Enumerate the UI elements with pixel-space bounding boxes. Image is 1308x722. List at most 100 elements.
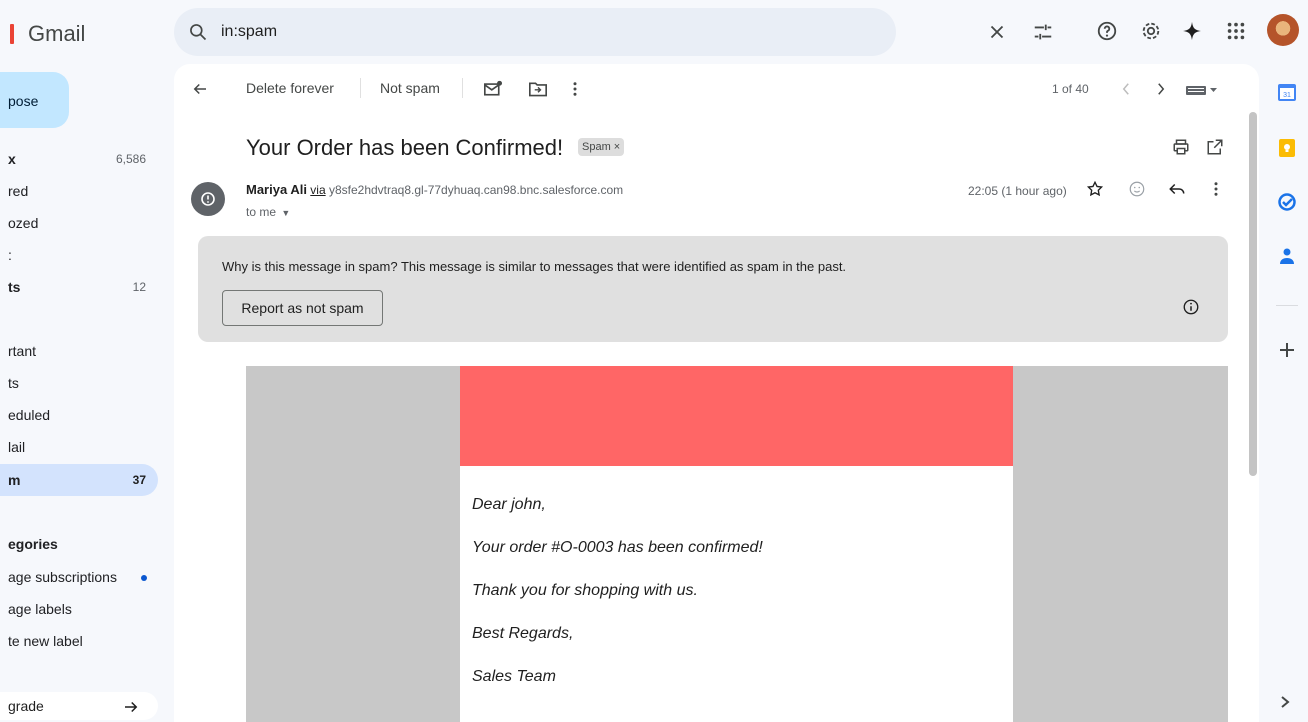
gemini-icon[interactable] — [1181, 20, 1203, 42]
sidebar-item-chats[interactable] — [0, 303, 158, 335]
apps-grid-icon[interactable] — [1225, 20, 1247, 42]
emoji-reaction-icon[interactable] — [1128, 180, 1146, 198]
toolbar-divider — [462, 78, 463, 98]
caret-down-icon: ▼ — [281, 208, 291, 218]
sidebar-item-label: m — [8, 472, 21, 488]
email-content-card: Dear john, Your order #O-0003 has been c… — [460, 366, 1013, 722]
categories-heading[interactable]: egories — [8, 536, 58, 552]
more-options-icon[interactable] — [571, 80, 579, 98]
email-signature: Sales Team — [472, 668, 556, 685]
sidebar-item-important[interactable]: rtant — [0, 335, 158, 367]
toolbar-divider — [360, 78, 361, 98]
settings-icon[interactable] — [1140, 20, 1162, 42]
sidebar-item-count: 6,586 — [115, 152, 146, 166]
spam-warning-banner: Why is this message in spam? This messag… — [198, 236, 1228, 342]
info-icon[interactable] — [1182, 298, 1200, 316]
search-icon[interactable] — [188, 22, 208, 42]
email-thanks-line: Thank you for shopping with us. — [472, 582, 698, 599]
not-spam-button[interactable]: Not spam — [380, 80, 440, 96]
older-chevron-left-icon[interactable] — [1119, 80, 1133, 98]
search-input[interactable]: in:spam — [221, 23, 277, 41]
rail-divider — [1276, 305, 1298, 306]
back-arrow-icon[interactable] — [191, 80, 209, 98]
email-header-banner — [460, 366, 1013, 466]
print-icon[interactable] — [1172, 138, 1190, 156]
spam-explanation-text: This message is similar to messages that… — [397, 259, 847, 274]
email-signoff: Best Regards, — [472, 625, 574, 642]
sender-line: Mariya Ali via y8sfe2hdvtraq8.gl-77dyhua… — [246, 182, 623, 197]
spam-label-chip[interactable]: Spam × — [578, 138, 625, 156]
scrollbar[interactable] — [1246, 112, 1259, 722]
report-not-spam-button[interactable]: Report as not spam — [222, 290, 383, 326]
sidebar-item-label: ts — [8, 375, 19, 391]
sender-via-link[interactable]: via — [310, 183, 325, 197]
sidebar-item-label: eduled — [8, 407, 51, 423]
recipient-label: to me — [246, 205, 277, 219]
newer-chevron-right-icon[interactable] — [1154, 80, 1168, 98]
reply-icon[interactable] — [1168, 180, 1186, 198]
email-subject: Your Order has been Confirmed! — [246, 135, 564, 160]
delete-forever-button[interactable]: Delete forever — [246, 80, 334, 96]
upgrade-button[interactable]: grade — [0, 692, 158, 720]
email-body: Dear john, Your order #O-0003 has been c… — [246, 366, 1228, 722]
pagination-count: 1 of 40 — [1052, 82, 1089, 96]
get-add-ons-plus-icon[interactable] — [1277, 340, 1297, 360]
arrow-right-icon — [125, 701, 138, 713]
contacts-icon[interactable] — [1277, 246, 1297, 266]
tasks-icon[interactable] — [1277, 192, 1297, 212]
sidebar-item-sent[interactable]: : — [0, 239, 158, 271]
search-options-icon[interactable] — [1032, 21, 1054, 43]
sidebar-item-all-mail[interactable]: lail — [0, 431, 158, 463]
move-to-icon[interactable] — [528, 80, 548, 98]
sender-name[interactable]: Mariya Ali — [246, 182, 307, 197]
sidebar-item-label: : — [8, 247, 12, 263]
calendar-icon[interactable]: 31 — [1277, 82, 1297, 102]
keep-icon[interactable] — [1277, 138, 1297, 158]
sidebar-item-spam[interactable]: m 37 — [0, 464, 158, 496]
upgrade-label: grade — [8, 698, 44, 714]
email-greeting: Dear john, — [472, 496, 546, 513]
open-in-new-window-icon[interactable] — [1206, 138, 1224, 156]
sidebar-item-label: ozed — [8, 215, 39, 231]
sidebar-item-contacts[interactable]: ts — [0, 367, 158, 399]
star-icon[interactable] — [1086, 180, 1104, 198]
scrollbar-thumb[interactable] — [1249, 112, 1257, 476]
sidebar-item-label: te new label — [8, 633, 83, 649]
gmail-logo[interactable]: Gmail — [0, 12, 85, 56]
sidebar-item-create-label[interactable]: te new label — [0, 625, 158, 657]
sidebar-item-count: 37 — [132, 473, 146, 487]
sidebar-item-manage-labels[interactable]: age labels — [0, 593, 158, 625]
sidebar-item-snoozed[interactable]: ozed — [0, 207, 158, 239]
compose-button[interactable]: pose — [0, 72, 69, 128]
message-view: Delete forever Not spam 1 of 40 Your Ord… — [174, 64, 1259, 722]
sidebar-item-drafts[interactable]: ts 12 — [0, 271, 158, 303]
email-order-line: Your order #O-0003 has been confirmed! — [472, 539, 763, 556]
input-tools-keyboard-icon[interactable] — [1186, 84, 1222, 96]
sidebar-item-scheduled[interactable]: eduled — [0, 399, 158, 431]
account-avatar[interactable] — [1267, 14, 1299, 46]
message-timestamp: 22:05 (1 hour ago) — [968, 184, 1067, 198]
help-icon[interactable] — [1096, 20, 1118, 42]
search-bar[interactable]: in:spam — [174, 8, 1052, 56]
message-more-options-icon[interactable] — [1212, 180, 1220, 198]
spam-explanation: Why is this message in spam? This messag… — [222, 259, 846, 274]
sidebar-item-label: x — [8, 151, 16, 167]
expand-side-panel-chevron-icon[interactable] — [1277, 694, 1293, 710]
sidebar-item-starred[interactable]: red — [0, 175, 158, 207]
sender-avatar[interactable] — [191, 182, 225, 216]
sidebar-item-inbox[interactable]: x 6,586 — [0, 143, 158, 175]
sidebar-item-label: age labels — [8, 601, 72, 617]
recipient-details[interactable]: to me ▼ — [246, 205, 290, 219]
svg-text:31: 31 — [1283, 92, 1291, 99]
spam-explanation-title: Why is this message in spam? — [222, 259, 398, 274]
clear-search-icon[interactable] — [986, 21, 1008, 43]
sidebar-item-manage-subscriptions[interactable]: age subscriptions — [0, 561, 158, 593]
gmail-logo-text: Gmail — [28, 21, 86, 46]
unread-dot-icon — [141, 575, 147, 581]
gmail-logo-mark — [10, 24, 14, 44]
sidebar-item-label: ts — [8, 279, 21, 295]
sidebar-item-label: rtant — [8, 343, 37, 359]
mark-unread-icon[interactable] — [483, 80, 503, 98]
sidebar-item-label: lail — [8, 439, 26, 455]
sidebar-item-count: 12 — [132, 280, 146, 294]
